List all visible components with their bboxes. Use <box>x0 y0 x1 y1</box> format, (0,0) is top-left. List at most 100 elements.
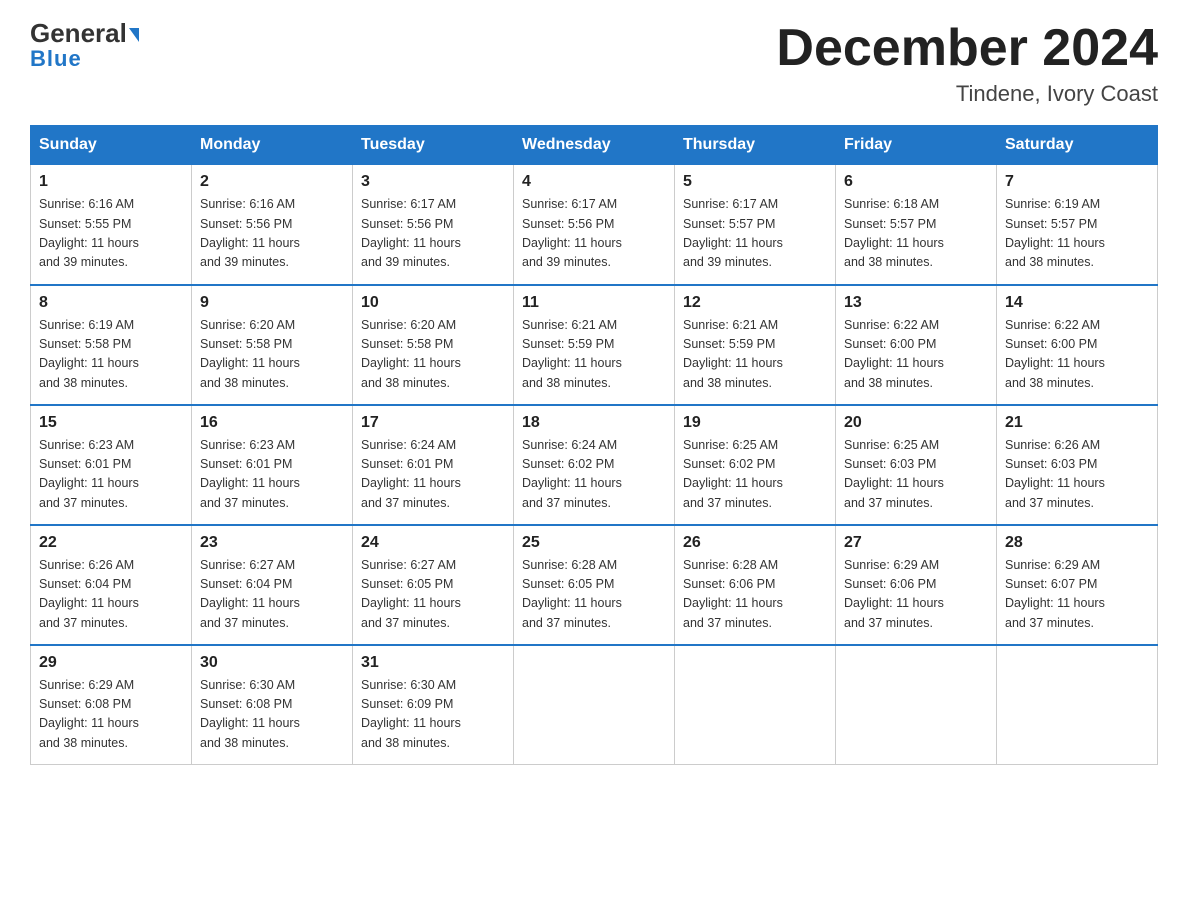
day-info: Sunrise: 6:26 AMSunset: 6:04 PMDaylight:… <box>39 558 139 630</box>
day-info: Sunrise: 6:29 AMSunset: 6:08 PMDaylight:… <box>39 678 139 750</box>
day-number: 11 <box>522 294 666 312</box>
day-number: 22 <box>39 534 183 552</box>
day-info: Sunrise: 6:28 AMSunset: 6:06 PMDaylight:… <box>683 558 783 630</box>
calendar-cell: 14 Sunrise: 6:22 AMSunset: 6:00 PMDaylig… <box>997 285 1158 405</box>
day-info: Sunrise: 6:21 AMSunset: 5:59 PMDaylight:… <box>683 318 783 390</box>
day-number: 23 <box>200 534 344 552</box>
calendar-cell: 8 Sunrise: 6:19 AMSunset: 5:58 PMDayligh… <box>31 285 192 405</box>
day-number: 3 <box>361 173 505 191</box>
day-info: Sunrise: 6:23 AMSunset: 6:01 PMDaylight:… <box>39 438 139 510</box>
day-info: Sunrise: 6:26 AMSunset: 6:03 PMDaylight:… <box>1005 438 1105 510</box>
calendar-week-5: 29 Sunrise: 6:29 AMSunset: 6:08 PMDaylig… <box>31 645 1158 765</box>
day-number: 5 <box>683 173 827 191</box>
calendar-cell: 30 Sunrise: 6:30 AMSunset: 6:08 PMDaylig… <box>192 645 353 765</box>
day-info: Sunrise: 6:22 AMSunset: 6:00 PMDaylight:… <box>844 318 944 390</box>
month-title: December 2024 <box>776 20 1158 77</box>
calendar-cell: 9 Sunrise: 6:20 AMSunset: 5:58 PMDayligh… <box>192 285 353 405</box>
day-number: 7 <box>1005 173 1149 191</box>
day-number: 14 <box>1005 294 1149 312</box>
day-number: 6 <box>844 173 988 191</box>
day-info: Sunrise: 6:22 AMSunset: 6:00 PMDaylight:… <box>1005 318 1105 390</box>
day-number: 4 <box>522 173 666 191</box>
day-number: 27 <box>844 534 988 552</box>
calendar-cell: 15 Sunrise: 6:23 AMSunset: 6:01 PMDaylig… <box>31 405 192 525</box>
calendar-week-1: 1 Sunrise: 6:16 AMSunset: 5:55 PMDayligh… <box>31 165 1158 285</box>
calendar-cell: 24 Sunrise: 6:27 AMSunset: 6:05 PMDaylig… <box>353 525 514 645</box>
day-info: Sunrise: 6:18 AMSunset: 5:57 PMDaylight:… <box>844 197 944 269</box>
calendar-cell: 7 Sunrise: 6:19 AMSunset: 5:57 PMDayligh… <box>997 165 1158 285</box>
day-number: 8 <box>39 294 183 312</box>
calendar-cell: 29 Sunrise: 6:29 AMSunset: 6:08 PMDaylig… <box>31 645 192 765</box>
day-info: Sunrise: 6:24 AMSunset: 6:01 PMDaylight:… <box>361 438 461 510</box>
calendar-header-thursday: Thursday <box>675 126 836 165</box>
calendar-cell <box>675 645 836 765</box>
logo-blue: Blue <box>30 46 82 72</box>
calendar-cell: 19 Sunrise: 6:25 AMSunset: 6:02 PMDaylig… <box>675 405 836 525</box>
calendar-header-tuesday: Tuesday <box>353 126 514 165</box>
calendar-week-4: 22 Sunrise: 6:26 AMSunset: 6:04 PMDaylig… <box>31 525 1158 645</box>
calendar-cell <box>997 645 1158 765</box>
day-info: Sunrise: 6:24 AMSunset: 6:02 PMDaylight:… <box>522 438 622 510</box>
day-number: 16 <box>200 414 344 432</box>
calendar-cell: 22 Sunrise: 6:26 AMSunset: 6:04 PMDaylig… <box>31 525 192 645</box>
day-info: Sunrise: 6:17 AMSunset: 5:57 PMDaylight:… <box>683 197 783 269</box>
calendar-cell: 20 Sunrise: 6:25 AMSunset: 6:03 PMDaylig… <box>836 405 997 525</box>
calendar-header-friday: Friday <box>836 126 997 165</box>
day-number: 17 <box>361 414 505 432</box>
day-number: 13 <box>844 294 988 312</box>
day-info: Sunrise: 6:17 AMSunset: 5:56 PMDaylight:… <box>522 197 622 269</box>
day-info: Sunrise: 6:23 AMSunset: 6:01 PMDaylight:… <box>200 438 300 510</box>
day-info: Sunrise: 6:19 AMSunset: 5:58 PMDaylight:… <box>39 318 139 390</box>
calendar-cell: 28 Sunrise: 6:29 AMSunset: 6:07 PMDaylig… <box>997 525 1158 645</box>
calendar-cell: 5 Sunrise: 6:17 AMSunset: 5:57 PMDayligh… <box>675 165 836 285</box>
day-info: Sunrise: 6:30 AMSunset: 6:09 PMDaylight:… <box>361 678 461 750</box>
calendar-cell: 3 Sunrise: 6:17 AMSunset: 5:56 PMDayligh… <box>353 165 514 285</box>
day-number: 18 <box>522 414 666 432</box>
logo-line1: General <box>30 20 139 46</box>
day-number: 31 <box>361 654 505 672</box>
day-info: Sunrise: 6:19 AMSunset: 5:57 PMDaylight:… <box>1005 197 1105 269</box>
day-number: 29 <box>39 654 183 672</box>
calendar-cell: 31 Sunrise: 6:30 AMSunset: 6:09 PMDaylig… <box>353 645 514 765</box>
calendar-cell: 10 Sunrise: 6:20 AMSunset: 5:58 PMDaylig… <box>353 285 514 405</box>
logo-arrow-icon <box>129 28 139 42</box>
calendar-cell: 21 Sunrise: 6:26 AMSunset: 6:03 PMDaylig… <box>997 405 1158 525</box>
day-number: 10 <box>361 294 505 312</box>
calendar-cell: 23 Sunrise: 6:27 AMSunset: 6:04 PMDaylig… <box>192 525 353 645</box>
day-number: 1 <box>39 173 183 191</box>
day-number: 26 <box>683 534 827 552</box>
day-number: 20 <box>844 414 988 432</box>
title-block: December 2024 Tindene, Ivory Coast <box>776 20 1158 107</box>
calendar-cell: 4 Sunrise: 6:17 AMSunset: 5:56 PMDayligh… <box>514 165 675 285</box>
calendar-cell: 6 Sunrise: 6:18 AMSunset: 5:57 PMDayligh… <box>836 165 997 285</box>
day-number: 30 <box>200 654 344 672</box>
day-info: Sunrise: 6:28 AMSunset: 6:05 PMDaylight:… <box>522 558 622 630</box>
calendar-cell: 1 Sunrise: 6:16 AMSunset: 5:55 PMDayligh… <box>31 165 192 285</box>
calendar-cell: 27 Sunrise: 6:29 AMSunset: 6:06 PMDaylig… <box>836 525 997 645</box>
calendar-header-sunday: Sunday <box>31 126 192 165</box>
day-info: Sunrise: 6:27 AMSunset: 6:05 PMDaylight:… <box>361 558 461 630</box>
calendar-cell: 12 Sunrise: 6:21 AMSunset: 5:59 PMDaylig… <box>675 285 836 405</box>
day-number: 12 <box>683 294 827 312</box>
day-info: Sunrise: 6:16 AMSunset: 5:55 PMDaylight:… <box>39 197 139 269</box>
day-number: 19 <box>683 414 827 432</box>
calendar-week-2: 8 Sunrise: 6:19 AMSunset: 5:58 PMDayligh… <box>31 285 1158 405</box>
day-info: Sunrise: 6:20 AMSunset: 5:58 PMDaylight:… <box>200 318 300 390</box>
day-info: Sunrise: 6:29 AMSunset: 6:06 PMDaylight:… <box>844 558 944 630</box>
day-number: 28 <box>1005 534 1149 552</box>
calendar-cell: 16 Sunrise: 6:23 AMSunset: 6:01 PMDaylig… <box>192 405 353 525</box>
calendar-cell: 13 Sunrise: 6:22 AMSunset: 6:00 PMDaylig… <box>836 285 997 405</box>
location: Tindene, Ivory Coast <box>776 81 1158 107</box>
logo-general: General <box>30 18 127 48</box>
day-number: 15 <box>39 414 183 432</box>
day-number: 25 <box>522 534 666 552</box>
day-info: Sunrise: 6:27 AMSunset: 6:04 PMDaylight:… <box>200 558 300 630</box>
calendar-cell <box>514 645 675 765</box>
day-info: Sunrise: 6:16 AMSunset: 5:56 PMDaylight:… <box>200 197 300 269</box>
page-header: General Blue December 2024 Tindene, Ivor… <box>30 20 1158 107</box>
calendar-cell: 2 Sunrise: 6:16 AMSunset: 5:56 PMDayligh… <box>192 165 353 285</box>
day-info: Sunrise: 6:25 AMSunset: 6:02 PMDaylight:… <box>683 438 783 510</box>
day-info: Sunrise: 6:25 AMSunset: 6:03 PMDaylight:… <box>844 438 944 510</box>
day-info: Sunrise: 6:21 AMSunset: 5:59 PMDaylight:… <box>522 318 622 390</box>
day-info: Sunrise: 6:29 AMSunset: 6:07 PMDaylight:… <box>1005 558 1105 630</box>
